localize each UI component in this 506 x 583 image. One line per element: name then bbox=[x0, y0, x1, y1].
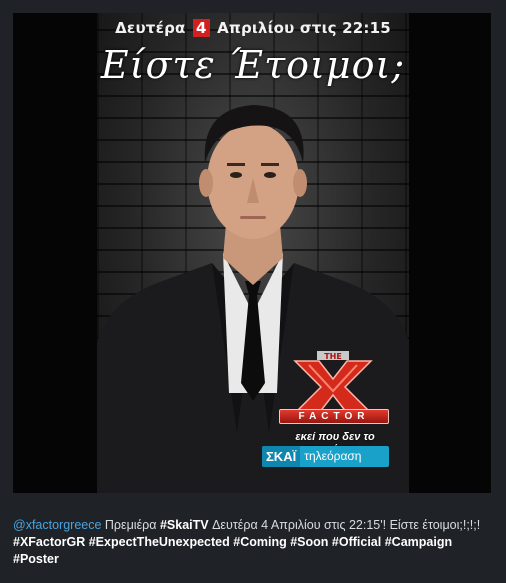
hashtag-link[interactable]: #Soon bbox=[290, 535, 328, 549]
air-date-day: 4 bbox=[193, 19, 210, 37]
poster-headline: Είστε Έτοιμοι; bbox=[100, 43, 406, 87]
air-date-rest: Απριλίου στις 22:15 bbox=[217, 19, 391, 37]
logo-top-text: THE bbox=[324, 352, 342, 361]
hashtag-link[interactable]: #SkaiTV bbox=[160, 518, 209, 532]
x-mark-icon: THE bbox=[293, 351, 373, 413]
air-date-weekday: Δευτέρα bbox=[115, 19, 186, 37]
channel-subtitle: τηλεόραση bbox=[304, 449, 362, 463]
logo-factor-word: FACTOR bbox=[279, 409, 389, 424]
hashtag-link[interactable]: #Poster bbox=[13, 552, 59, 566]
post-image[interactable]: Δευτέρα 4 Απριλίου στις 22:15 Είστε Έτοι… bbox=[13, 13, 491, 493]
caption-text: Δευτέρα 4 Απριλίου στις 22:15'! Είστε έτ… bbox=[208, 518, 481, 532]
post-card: Δευτέρα 4 Απριλίου στις 22:15 Είστε Έτοι… bbox=[0, 0, 506, 583]
channel-badge: ΣΚΑΪ τηλεόραση bbox=[262, 446, 389, 467]
hashtag-link[interactable]: #Campaign bbox=[385, 535, 452, 549]
xfactor-logo: THE FACTOR bbox=[269, 351, 397, 439]
post-caption: @xfactorgreece Πρεμιέρα #SkaiTV Δευτέρα … bbox=[13, 517, 491, 568]
hashtag-link[interactable]: #Official bbox=[332, 535, 381, 549]
hashtag-link[interactable]: #ExpectTheUnexpected bbox=[89, 535, 230, 549]
hashtag-link[interactable]: #Coming bbox=[233, 535, 286, 549]
channel-brand: ΣΚΑΪ bbox=[262, 446, 301, 467]
mention-link[interactable]: @xfactorgreece bbox=[13, 518, 101, 532]
poster: Δευτέρα 4 Απριλίου στις 22:15 Είστε Έτοι… bbox=[97, 13, 409, 493]
hashtag-link[interactable]: #XFactorGR bbox=[13, 535, 85, 549]
air-date: Δευτέρα 4 Απριλίου στις 22:15 bbox=[97, 19, 409, 37]
caption-text: Πρεμιέρα bbox=[101, 518, 160, 532]
